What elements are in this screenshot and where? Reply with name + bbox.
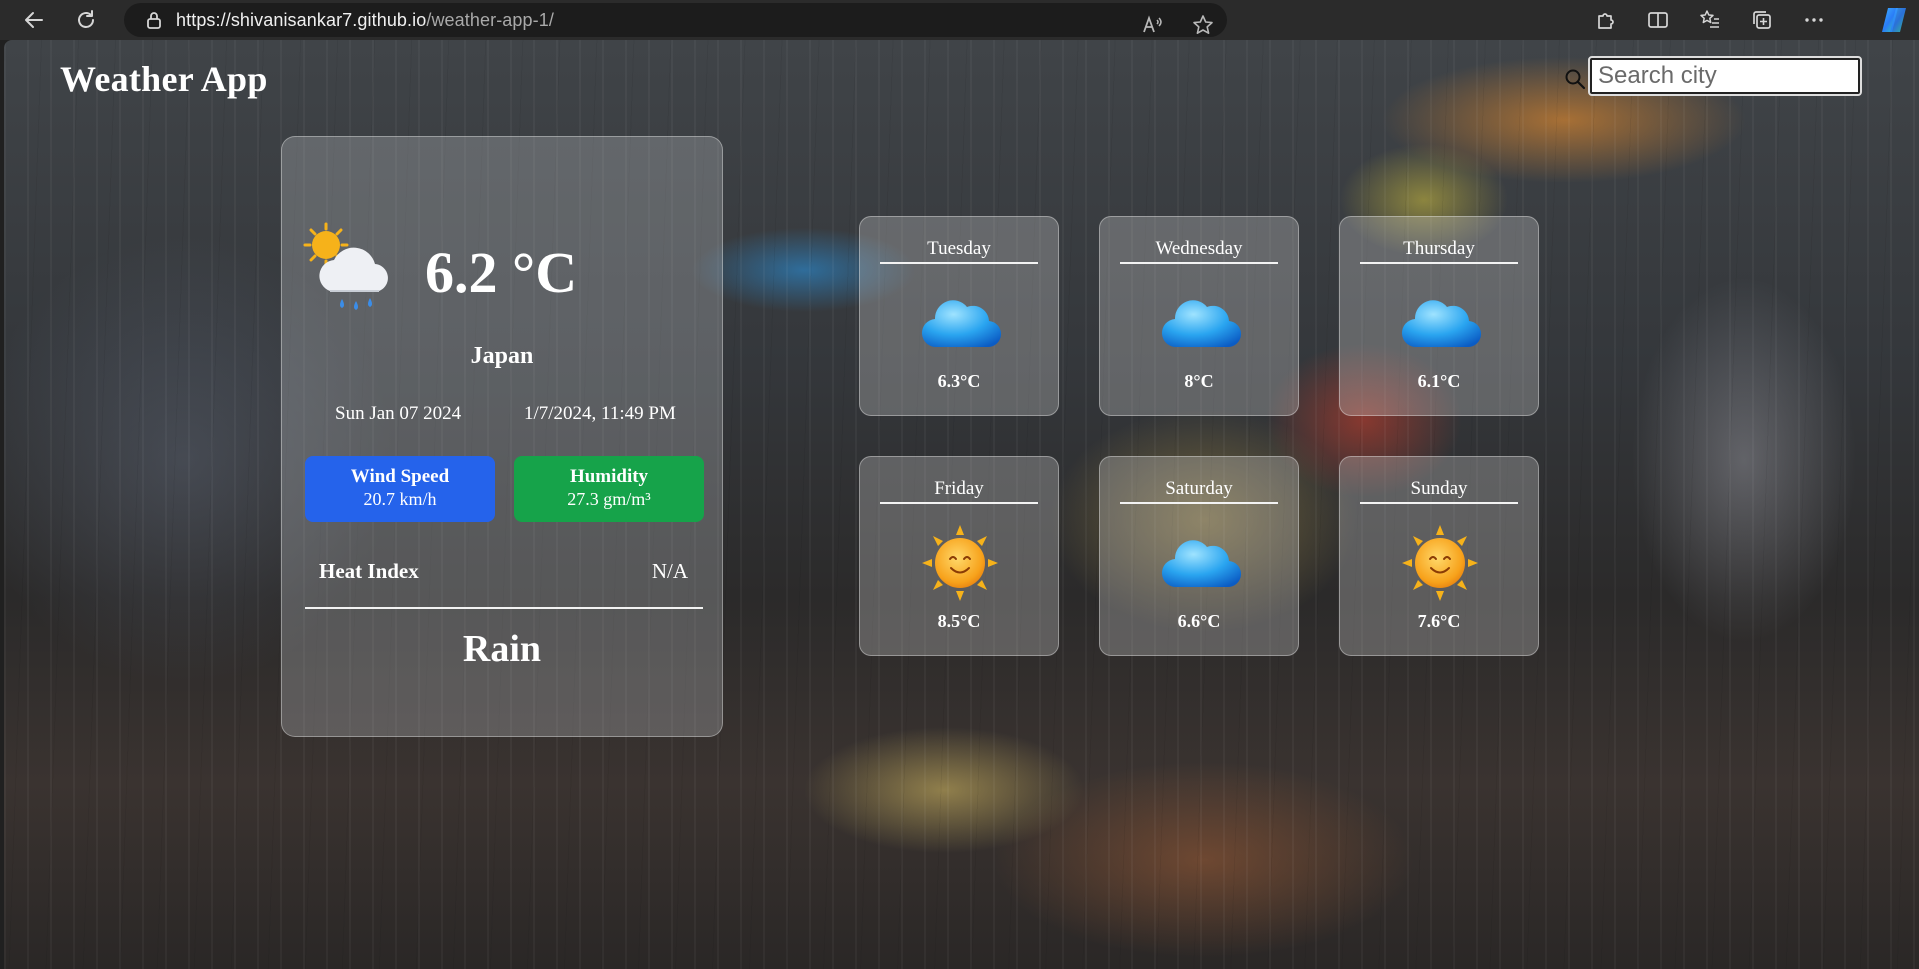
cloud-icon (921, 300, 1001, 348)
humidity-value: 27.3 gm/m³ (567, 489, 651, 509)
forecast-card-wednesday: Wednesday 8°C (1099, 216, 1299, 416)
page-viewport: Weather App 6.2 °C Japan Sun Jan 07 2024… (4, 40, 1919, 969)
weather-condition: Rain (462, 628, 542, 670)
favorites-star-list-icon (1700, 10, 1719, 28)
read-aloud-icon (1143, 15, 1162, 33)
forecast-card-tuesday: Tuesday 6.3°C (859, 216, 1059, 416)
address-bar[interactable]: https://shivanisankar7.github.io/weather… (124, 3, 1227, 37)
read-aloud-button[interactable] (1135, 7, 1171, 43)
favorite-button[interactable] (1185, 7, 1221, 43)
sun-icon (1402, 525, 1478, 601)
copilot-button[interactable] (1877, 4, 1911, 36)
search-icon[interactable] (1564, 68, 1586, 90)
collections-icon (1753, 11, 1771, 29)
sun-icon (922, 525, 998, 601)
current-date: Sun Jan 07 2024 (335, 403, 462, 424)
forecast-temp: 7.6°C (1417, 611, 1461, 631)
forecast-temp: 8°C (1184, 371, 1214, 391)
cloud-icon (1161, 300, 1241, 348)
heat-index-label: Heat Index (319, 559, 419, 583)
cloud-icon (1401, 300, 1481, 348)
forecast-card-saturday: Saturday 6.6°C (1099, 456, 1299, 656)
heat-index-value: N/A (651, 559, 688, 583)
current-weather-card: 6.2 °C Japan Sun Jan 07 2024 1/7/2024, 1… (281, 136, 723, 737)
forecast-temp: 6.3°C (937, 371, 981, 391)
collections-button[interactable] (1744, 2, 1780, 38)
url-path: /weather-app-1/ (426, 9, 554, 30)
star-icon (1193, 15, 1213, 34)
search-box (1560, 56, 1864, 100)
split-screen-button[interactable] (1640, 2, 1676, 38)
current-time: 1/7/2024, 11:49 PM (524, 403, 676, 424)
wind-speed-label: Wind Speed (350, 466, 450, 487)
url-text: https://shivanisankar7.github.io/weather… (176, 10, 554, 31)
cloud-icon (1161, 540, 1241, 588)
forecast-day: Thursday (1360, 238, 1518, 264)
search-input[interactable] (1588, 56, 1862, 96)
forecast-temp: 6.1°C (1417, 371, 1461, 391)
forecast-day: Friday (880, 478, 1038, 504)
divider (305, 607, 703, 609)
forecast-day: Wednesday (1120, 238, 1278, 264)
humidity-badge: Humidity 27.3 gm/m³ (514, 456, 704, 522)
forecast-temp: 6.6°C (1177, 611, 1221, 631)
url-host: https://shivanisankar7.github.io (176, 9, 427, 30)
favorites-button[interactable] (1692, 2, 1728, 38)
forecast-card-friday: Friday 8.5°C (859, 456, 1059, 656)
reload-button[interactable] (68, 2, 104, 38)
current-temperature: 6.2 °C (425, 240, 578, 305)
city-name: Japan (470, 343, 534, 369)
wind-speed-value: 20.7 km/h (363, 489, 437, 509)
copilot-icon (1882, 8, 1906, 32)
reload-icon (78, 10, 94, 28)
app-title: Weather App (60, 59, 268, 99)
back-arrow-icon (25, 12, 43, 28)
forecast-day: Tuesday (880, 238, 1038, 264)
forecast-temp: 8.5°C (937, 611, 981, 631)
more-menu-button[interactable] (1796, 2, 1832, 38)
browser-toolbar: https://shivanisankar7.github.io/weather… (0, 0, 1919, 40)
extensions-button[interactable] (1588, 2, 1624, 38)
forecast-day: Sunday (1360, 478, 1518, 504)
sun-cloud-rain-icon (303, 222, 388, 310)
back-button[interactable] (16, 2, 52, 38)
more-dots-icon (1805, 18, 1823, 22)
puzzle-icon (1598, 13, 1614, 29)
forecast-card-sunday: Sunday 7.6°C (1339, 456, 1539, 656)
lock-icon (146, 11, 162, 29)
forecast-day: Saturday (1120, 478, 1278, 504)
wind-speed-badge: Wind Speed 20.7 km/h (305, 456, 495, 522)
split-screen-icon (1648, 12, 1668, 28)
humidity-label: Humidity (569, 466, 649, 487)
forecast-card-thursday: Thursday 6.1°C (1339, 216, 1539, 416)
